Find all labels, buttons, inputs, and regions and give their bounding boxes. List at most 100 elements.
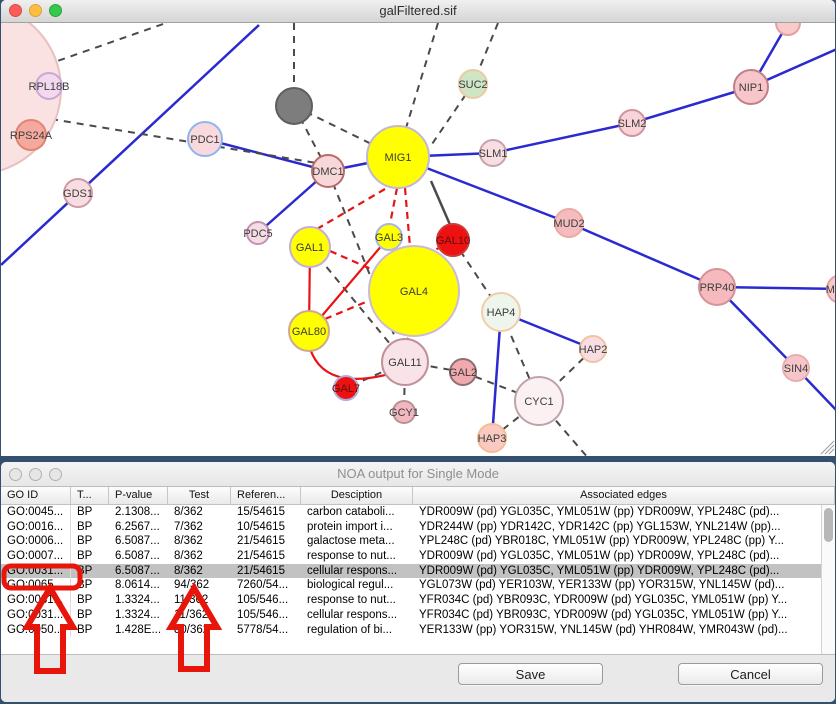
noa-output-window: NOA output for Single Mode GO IDT...P-va… [1,462,835,702]
node-label: PDC5 [243,228,272,240]
node-label: SLM1 [479,148,508,160]
table-cell: 21/54615 [231,549,301,564]
table-row[interactable]: GO:0050...BP1.428E...80/3625778/54...reg… [1,623,821,638]
table-cell: BP [71,593,109,608]
footer-bar: Save Cancel [1,654,835,702]
node-label: GAL1 [296,242,324,254]
node-label: HAP4 [487,307,516,319]
close-icon[interactable] [9,4,22,17]
table-row[interactable]: GO:0016...BP6.2567...7/36210/54615protei… [1,520,821,535]
node-label: MSN5 [826,284,835,296]
table-cell: BP [71,578,109,593]
table-cell: cellular respons... [301,564,413,579]
cancel-button[interactable]: Cancel [678,663,823,685]
graph-edge-blue[interactable] [205,139,328,171]
graph-window-titlebar[interactable]: galFiltered.sif [1,0,835,23]
table-row[interactable]: GO:0007...BP6.5087...8/36221/54615respon… [1,549,821,564]
table-body: GO:0045...BP2.1308...8/36215/54615carbon… [1,505,835,654]
table-cell: 105/546... [231,593,301,608]
column-header-1[interactable]: T... [71,487,109,504]
table-cell: response to nut... [301,593,413,608]
table-cell: 15/54615 [231,505,301,520]
minimize-icon[interactable] [29,468,42,481]
node-label: SIN4 [784,363,808,375]
table-cell: GO:0031... [1,608,71,623]
graph-edge-blue[interactable] [569,223,717,287]
node-top-right[interactable] [776,23,800,35]
table-row[interactable]: GO:0031...BP1.3324...11/362105/546...res… [1,593,821,608]
node-label: GAL3 [375,232,403,244]
graph-edge-red_dash[interactable] [325,299,373,319]
graph-edge-blue[interactable] [632,87,751,123]
table-cell: BP [71,608,109,623]
table-cell: carbon cataboli... [301,505,413,520]
graph-edge-red_dash[interactable] [405,188,410,247]
table-cell: YPL248C (pd) YBR018C, YML051W (pp) YDR00… [413,534,821,549]
resize-grip[interactable] [821,441,834,454]
table-cell: protein import i... [301,520,413,535]
node-label: GDS1 [63,188,93,200]
desktop: { "graph_window": { "title": "galFiltere… [0,0,836,704]
column-header-6[interactable]: Associated edges [413,487,835,504]
graph-edge-gray[interactable] [406,23,438,128]
table-cell: 7/362 [168,520,231,535]
table-cell: 11/362 [168,593,231,608]
table-cell: GO:0007... [1,549,71,564]
table-cell: cellular respons... [301,608,413,623]
save-button[interactable]: Save [458,663,603,685]
table-cell: 10/54615 [231,520,301,535]
table-cell: 7260/54... [231,578,301,593]
table-cell: GO:0031... [1,564,71,579]
noa-window-titlebar[interactable]: NOA output for Single Mode [1,462,835,487]
table-cell: BP [71,520,109,535]
zoom-icon[interactable] [49,4,62,17]
table-cell: YFR034C (pd) YBR093C, YDR009W (pd) YGL03… [413,593,821,608]
column-header-4[interactable]: Referen... [231,487,301,504]
column-header-2[interactable]: P-value [109,487,168,504]
column-header-0[interactable]: GO ID [1,487,71,504]
close-icon[interactable] [9,468,22,481]
column-header-3[interactable]: Test [168,487,231,504]
table-cell: GO:0065... [1,578,71,593]
table-cell: GO:0016... [1,520,71,535]
graph-edge-red_dash[interactable] [317,189,385,229]
table-cell: BP [71,564,109,579]
node-label: PRP40 [700,282,735,294]
node-label: RPL18B [29,81,70,93]
table-row[interactable]: GO:0045...BP2.1308...8/36215/54615carbon… [1,505,821,520]
minimize-icon[interactable] [29,4,42,17]
table-cell: response to nut... [301,549,413,564]
graph-edge-red_dash[interactable] [390,188,397,224]
node-label: NIP1 [739,82,763,94]
node-label: SLM2 [618,118,647,130]
table-cell: BP [71,549,109,564]
table-cell: 6.5087... [109,534,168,549]
network-canvas[interactable]: RPL18BRPS24AGDS1PDC1DMC1MIG1SUC2SLM1SLM2… [1,23,835,456]
graph-edge-gray_solid[interactable] [431,181,451,227]
scrollbar-thumb[interactable] [824,508,833,542]
table-cell: GO:0050... [1,623,71,638]
table-cell: 1.3324... [109,593,168,608]
table-cell: YGL073W (pd) YER103W, YER133W (pp) YOR31… [413,578,821,593]
graph-edge-gray[interactable] [46,23,166,65]
column-header-5[interactable]: Desciption [301,487,413,504]
table-cell: 1.428E... [109,623,168,638]
node-unnamed-gray[interactable] [276,88,312,124]
table-cell: 21/54615 [231,534,301,549]
table-cell: 8.0614... [109,578,168,593]
table-row[interactable]: GO:0031...BP6.5087...8/36221/54615cellul… [1,564,821,579]
table-cell: 6.5087... [109,549,168,564]
table-cell: GO:0006... [1,534,71,549]
graph-edge-blue[interactable] [493,123,632,153]
table-row[interactable]: GO:0031...BP1.3324...11/362105/546...cel… [1,608,821,623]
zoom-icon[interactable] [49,468,62,481]
table-cell: 8/362 [168,549,231,564]
table-row[interactable]: GO:0065...BP8.0614...94/3627260/54...bio… [1,578,821,593]
vertical-scrollbar[interactable] [821,505,835,654]
table-row[interactable]: GO:0006...BP6.5087...8/36221/54615galact… [1,534,821,549]
noa-window-title: NOA output for Single Mode [337,466,499,481]
node-label: GAL2 [449,367,477,379]
table-cell: 6.5087... [109,564,168,579]
table-cell: YDR009W (pd) YGL035C, YML051W (pp) YDR00… [413,549,821,564]
table-cell: 1.3324... [109,608,168,623]
